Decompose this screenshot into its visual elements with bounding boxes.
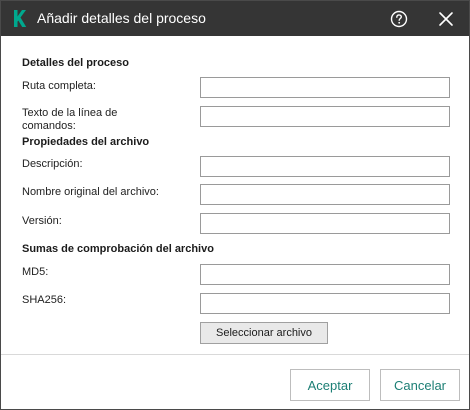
original-file-name-input[interactable] (200, 184, 450, 205)
dialog-title: Añadir detalles del proceso (37, 10, 206, 26)
sha256-input[interactable] (200, 293, 450, 314)
command-line-label-line-2: comandos: (22, 120, 76, 132)
description-input[interactable] (200, 156, 450, 177)
version-label: Versión: (22, 215, 62, 227)
version-input[interactable] (200, 213, 450, 234)
md5-input[interactable] (200, 264, 450, 285)
title-bar: Añadir detalles del proceso (1, 1, 469, 36)
command-line-input[interactable] (200, 106, 450, 127)
full-path-input[interactable] (200, 77, 450, 98)
checksums-heading: Sumas de comprobación del archivo (22, 243, 214, 255)
kaspersky-logo-icon (14, 10, 27, 27)
select-file-button[interactable]: Seleccionar archivo (200, 322, 328, 344)
command-line-label-line-1: Texto de la línea de (22, 107, 118, 119)
description-label: Descripción: (22, 158, 83, 170)
process-details-heading: Detalles del proceso (22, 57, 129, 69)
help-icon[interactable] (389, 9, 409, 29)
cancel-button[interactable]: Cancelar (380, 369, 460, 401)
close-icon[interactable] (437, 10, 455, 28)
add-process-details-dialog: Añadir detalles del proceso Detalles del… (0, 0, 470, 410)
accept-button[interactable]: Aceptar (290, 369, 370, 401)
original-file-name-label: Nombre original del archivo: (22, 186, 159, 198)
full-path-label: Ruta completa: (22, 80, 96, 92)
dialog-footer: Aceptar Cancelar (1, 354, 469, 409)
file-properties-heading: Propiedades del archivo (22, 136, 150, 148)
sha256-label: SHA256: (22, 294, 67, 306)
command-line-label: Texto de la línea de comandos: (22, 107, 117, 133)
md5-label: MD5: (22, 266, 49, 278)
